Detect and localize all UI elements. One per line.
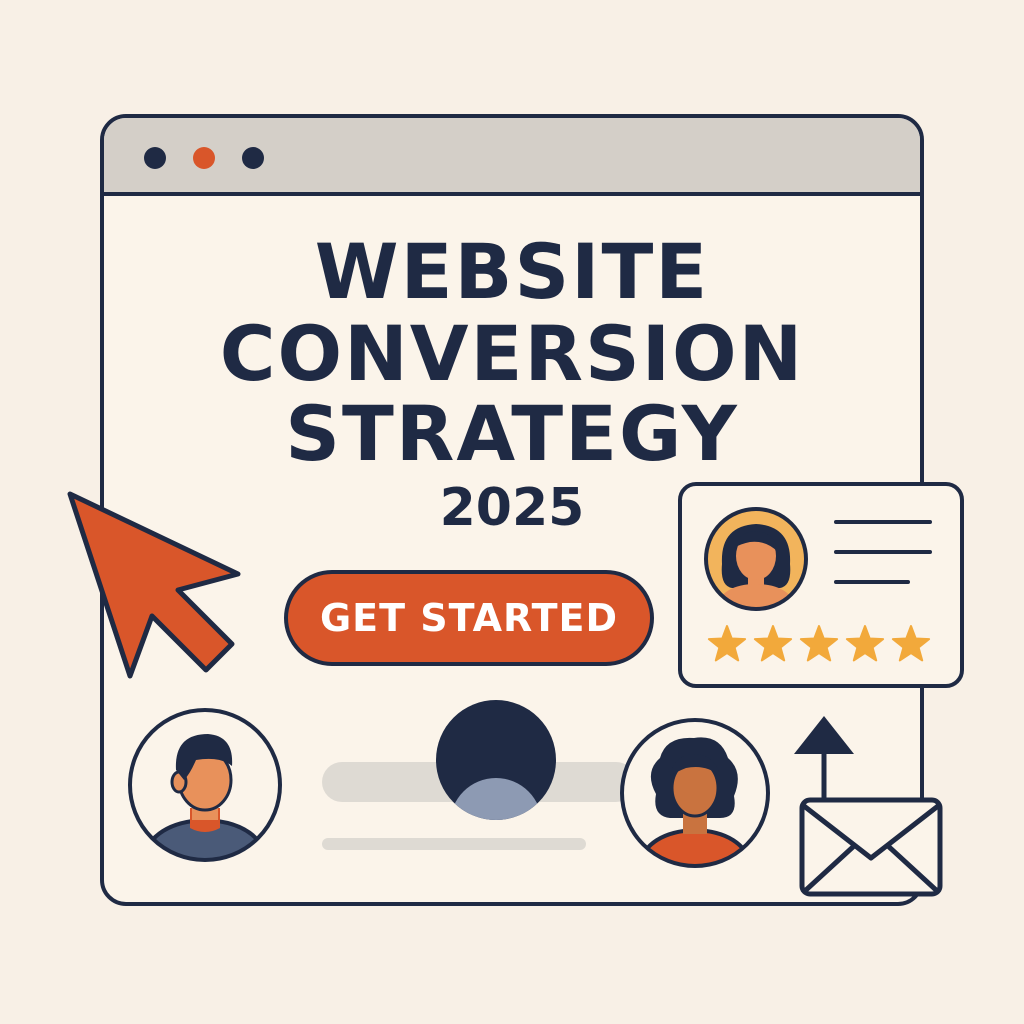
avatar-woman-2-icon xyxy=(620,718,770,868)
star-icon xyxy=(891,625,931,662)
avatar-woman-icon xyxy=(704,507,808,611)
get-started-button[interactable]: GET STARTED xyxy=(284,570,654,666)
rating-stars xyxy=(707,625,931,662)
window-dot-dark-2[interactable] xyxy=(242,147,264,169)
headline-line-2: CONVERSION xyxy=(219,309,805,398)
arrow-up-icon xyxy=(794,716,854,808)
text-line-placeholder xyxy=(322,838,586,850)
avatar-man-icon xyxy=(128,708,282,862)
star-icon xyxy=(707,625,747,662)
headline-line-1: WEBSITE xyxy=(314,227,710,316)
review-text-lines xyxy=(834,520,932,584)
headline-line-3: STRATEGY xyxy=(285,389,739,478)
avatar-placeholder-icon xyxy=(436,700,556,820)
window-dot-dark-1[interactable] xyxy=(144,147,166,169)
star-icon xyxy=(845,625,885,662)
cursor-arrow-icon xyxy=(67,491,241,679)
envelope-icon xyxy=(799,797,943,897)
star-icon xyxy=(799,625,839,662)
star-icon xyxy=(753,625,793,662)
browser-titlebar xyxy=(104,118,920,196)
window-dot-orange[interactable] xyxy=(193,147,215,169)
